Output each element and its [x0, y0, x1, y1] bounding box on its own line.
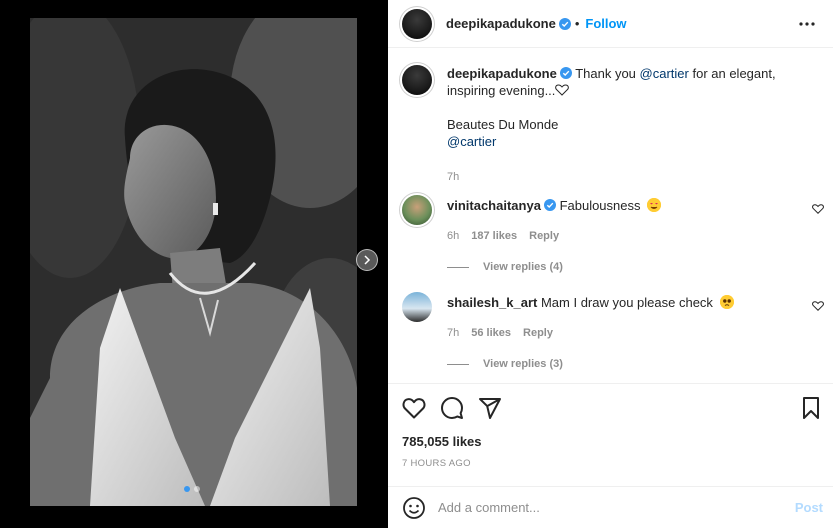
- verified-badge-icon: [543, 199, 556, 211]
- follow-button[interactable]: Follow: [585, 16, 626, 31]
- comment-meta: 7h 56 likes Reply: [447, 327, 553, 339]
- caption-mention[interactable]: @cartier: [640, 66, 689, 81]
- replies-line: [447, 363, 469, 365]
- share-button[interactable]: [478, 396, 502, 420]
- comment-likes[interactable]: 187 likes: [471, 230, 517, 242]
- replies-line: [447, 266, 469, 268]
- reply-button[interactable]: Reply: [529, 230, 559, 242]
- comment-body: Mam I draw you please check: [540, 295, 713, 310]
- chevron-right-icon: [364, 255, 371, 265]
- bookmark-icon: [803, 397, 819, 419]
- caption-text: deepikapadukone Thank you @cartier for a…: [447, 65, 777, 150]
- comment-input[interactable]: [438, 500, 795, 515]
- comment-body: Fabulousness: [559, 198, 641, 213]
- post-media: [0, 0, 388, 528]
- verified-badge-icon: [559, 67, 572, 79]
- add-comment-bar: Post: [388, 486, 833, 528]
- photo-illustration: [30, 18, 357, 506]
- author-username[interactable]: deepikapadukone: [446, 16, 556, 31]
- post-comment-button[interactable]: Post: [795, 500, 823, 515]
- post-timestamp[interactable]: 7 HOURS AGO: [402, 458, 471, 469]
- caption-avatar[interactable]: [402, 65, 432, 95]
- verified-badge-icon: [558, 17, 571, 30]
- slide-dot: [194, 486, 200, 492]
- heart-icon: [402, 398, 426, 419]
- caption-time[interactable]: 7h: [447, 171, 459, 183]
- heart-eyes-emoji-icon: [647, 198, 662, 212]
- view-replies-label: View replies (3): [483, 358, 563, 370]
- reply-button[interactable]: Reply: [523, 327, 553, 339]
- slide-indicator: [184, 486, 200, 492]
- commenter-username[interactable]: shailesh_k_art: [447, 295, 537, 310]
- comment-time[interactable]: 6h: [447, 230, 459, 242]
- post-photo[interactable]: [30, 18, 357, 506]
- caption-mention-2[interactable]: @cartier: [447, 134, 496, 149]
- post-actions-section: 785,055 likes 7 HOURS AGO: [388, 383, 833, 486]
- more-options-button[interactable]: [795, 12, 819, 36]
- caption-line1: Thank you: [575, 66, 640, 81]
- save-button[interactable]: [799, 396, 823, 420]
- header-separator: •: [574, 16, 580, 31]
- slide-dot-active: [184, 486, 190, 492]
- caption-username[interactable]: deepikapadukone: [447, 66, 557, 81]
- comment-likes[interactable]: 56 likes: [471, 327, 511, 339]
- comment-time[interactable]: 7h: [447, 327, 459, 339]
- smiley-icon[interactable]: [402, 496, 426, 520]
- comments-list[interactable]: deepikapadukone Thank you @cartier for a…: [388, 49, 833, 383]
- comment-text: shailesh_k_art Mam I draw you please che…: [447, 294, 734, 311]
- commenter-username[interactable]: vinitachaitanya: [447, 198, 541, 213]
- view-replies-button[interactable]: View replies (4): [447, 261, 563, 273]
- caption-line2: Beautes Du Monde: [447, 117, 559, 132]
- like-button[interactable]: [402, 396, 426, 420]
- comment-button[interactable]: [440, 396, 464, 420]
- comment-like-heart-icon[interactable]: [812, 203, 824, 215]
- post-likes-count[interactable]: 785,055 likes: [402, 434, 482, 449]
- more-horizontal-icon: [799, 21, 815, 26]
- author-avatar[interactable]: [402, 8, 432, 39]
- next-slide-button[interactable]: [356, 249, 378, 271]
- pleading-face-emoji-icon: [719, 295, 734, 309]
- view-replies-button[interactable]: View replies (3): [447, 358, 563, 370]
- paper-plane-icon: [479, 398, 501, 419]
- post-panel: deepikapadukone • Follow deepikapadukone…: [388, 0, 833, 528]
- comment-meta: 6h 187 likes Reply: [447, 230, 559, 242]
- comment-like-heart-icon[interactable]: [812, 300, 824, 312]
- commenter-avatar[interactable]: [402, 292, 432, 322]
- commenter-avatar[interactable]: [402, 195, 432, 225]
- heart-outline-icon: [555, 84, 570, 96]
- comment-bubble-icon: [441, 397, 463, 419]
- comment-text: vinitachaitanya Fabulousness: [447, 197, 662, 214]
- view-replies-label: View replies (4): [483, 261, 563, 273]
- action-bar: [402, 396, 502, 420]
- post-header: deepikapadukone • Follow: [388, 0, 833, 48]
